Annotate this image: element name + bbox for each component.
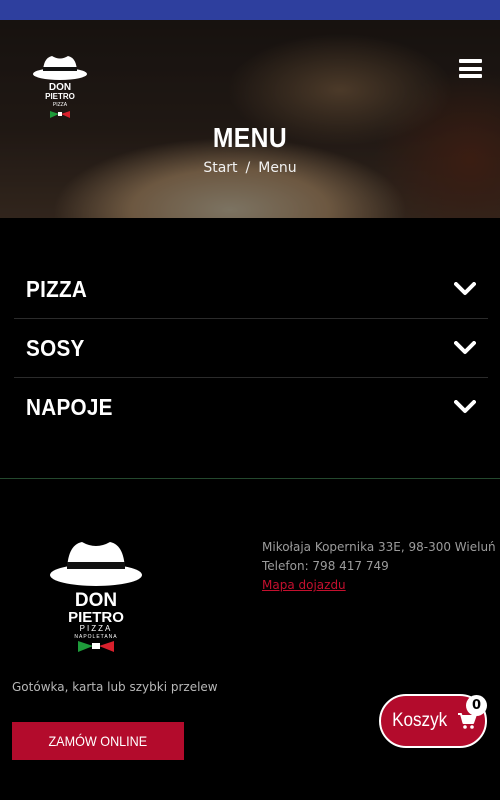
category-label: PIZZA [26, 275, 88, 302]
category-sosy[interactable]: SOSY [14, 319, 488, 378]
chevron-down-icon [454, 282, 476, 295]
footer-logo-napoletana: NAPOLETANA [74, 634, 117, 640]
hamburger-menu-icon[interactable] [459, 59, 482, 78]
map-link[interactable]: Mapa dojazdu [262, 578, 346, 592]
category-pizza[interactable]: PIZZA [14, 260, 488, 319]
footer-logo-pizza: PIZZA [80, 624, 113, 633]
logo[interactable]: DON PIETRO PIZZA [32, 52, 88, 122]
footer-logo-don: DON [75, 590, 117, 611]
breadcrumb-start[interactable]: Start [203, 160, 237, 176]
chevron-down-icon [454, 400, 476, 413]
cart-label: Koszyk [392, 710, 448, 731]
page-title: MENU [212, 122, 288, 153]
phone-text: Telefon: 798 417 749 [262, 559, 389, 573]
hero-banner: DON PIETRO PIZZA MENU Start / Menu [0, 20, 500, 218]
category-label: NAPOJE [26, 393, 113, 420]
footer-logo: DON PIETRO PIZZA NAPOLETANA [50, 542, 142, 652]
order-online-button[interactable]: ZAMÓW ONLINE [12, 722, 184, 760]
address-text: Mikołaja Kopernika 33E, 98-300 Wieluń [262, 540, 496, 554]
chevron-down-icon [454, 341, 476, 354]
contact-info: Mikołaja Kopernika 33E, 98-300 Wieluń Te… [262, 538, 496, 595]
breadcrumb-separator: / [245, 160, 251, 176]
category-label: SOSY [26, 334, 85, 361]
breadcrumb-current: Menu [258, 160, 297, 176]
category-napoje[interactable]: NAPOJE [14, 378, 488, 436]
payment-methods: Gotówka, karta lub szybki przelew [12, 680, 218, 694]
logo-text-pietro: PIETRO [45, 92, 75, 101]
menu-categories: PIZZA SOSY NAPOJE [14, 260, 488, 436]
status-bar [0, 0, 500, 20]
logo-text-pizza: PIZZA [53, 102, 68, 108]
cart-count-badge: 0 [466, 695, 487, 716]
order-online-label: ZAMÓW ONLINE [48, 733, 148, 749]
footer-divider [0, 478, 500, 479]
breadcrumb: Start / Menu [0, 160, 500, 176]
